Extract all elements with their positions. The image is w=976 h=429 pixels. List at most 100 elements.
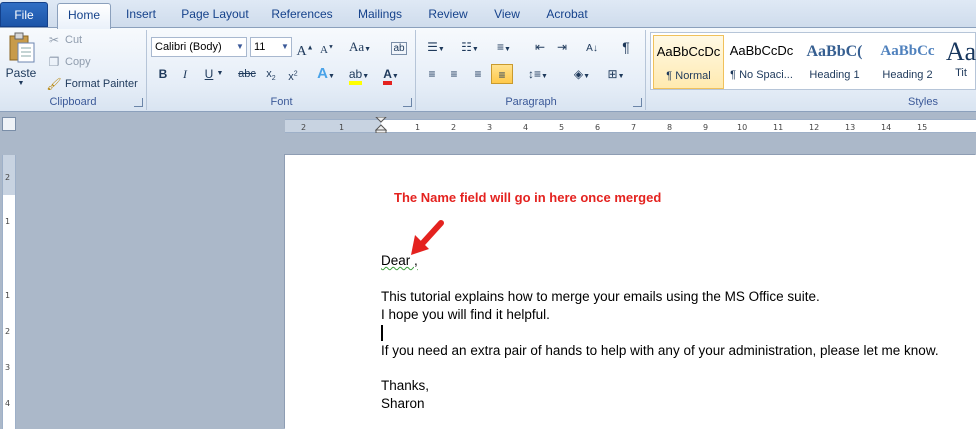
italic-button[interactable]: I xyxy=(174,64,196,84)
styles-gallery: AaBbCcDc ¶ Normal AaBbCcDc ¶ No Spaci...… xyxy=(650,32,976,90)
tab-view[interactable]: View xyxy=(486,4,528,26)
underline-options-button[interactable]: ▼ xyxy=(214,64,226,84)
paste-icon xyxy=(9,32,35,63)
show-hide-button[interactable]: ¶ xyxy=(615,37,637,57)
cut-button[interactable]: ✂ Cut xyxy=(46,32,82,48)
align-right-button[interactable]: ≡ xyxy=(467,64,489,84)
body-line-2[interactable]: I hope you will find it helpful. xyxy=(381,307,550,322)
superscript-button[interactable]: x2 xyxy=(282,64,304,84)
ruler-tick: 7 xyxy=(631,123,637,132)
ribbon: Paste ▼ ✂ Cut ❐ Copy 🖌 Format Painter Cl… xyxy=(0,28,976,112)
shrink-font-button[interactable]: A▼ xyxy=(316,37,338,57)
ruler-tick: 9 xyxy=(703,123,709,132)
signoff-line[interactable]: Thanks, xyxy=(381,378,429,393)
decrease-indent-icon: ⇤ xyxy=(534,40,546,54)
indent-marker-icon[interactable] xyxy=(375,117,387,133)
tab-mailings[interactable]: Mailings xyxy=(350,4,410,26)
body-line-3[interactable]: If you need an extra pair of hands to he… xyxy=(381,343,939,358)
chevron-down-icon: ▼ xyxy=(17,80,25,87)
paintbrush-icon: 🖌 xyxy=(46,77,62,91)
line-spacing-button[interactable]: ↕≡▼ xyxy=(523,64,553,84)
clipboard-dialog-launcher-icon[interactable] xyxy=(134,98,143,107)
bold-button[interactable]: B xyxy=(152,64,174,84)
multilevel-list-icon: ≡ xyxy=(497,40,505,54)
style-name: Tit xyxy=(955,67,967,79)
style-sample: AaBbCc xyxy=(880,43,935,59)
ruler-tick: 2 xyxy=(5,327,11,336)
tab-file[interactable]: File xyxy=(0,2,48,27)
style-sample: AaBbCcDc xyxy=(656,44,721,59)
style-title[interactable]: Aa Tit xyxy=(945,35,976,89)
document-page[interactable]: The Name field will go in here once merg… xyxy=(285,155,976,429)
ruler-tick: 6 xyxy=(595,123,601,132)
tab-acrobat[interactable]: Acrobat xyxy=(540,4,594,26)
align-center-button[interactable]: ≡ xyxy=(443,64,465,84)
decrease-indent-button[interactable]: ⇤ xyxy=(529,37,551,57)
style-name: Heading 1 xyxy=(809,69,860,81)
ruler-tick: 4 xyxy=(523,123,529,132)
paragraph-dialog-launcher-icon[interactable] xyxy=(633,98,642,107)
font-color-button[interactable]: A▼ xyxy=(376,64,406,85)
chevron-down-icon: ▼ xyxy=(281,42,289,51)
tab-insert[interactable]: Insert xyxy=(118,4,164,26)
format-painter-button[interactable]: 🖌 Format Painter xyxy=(46,76,138,92)
font-family-select[interactable]: Calibri (Body) ▼ xyxy=(151,37,247,57)
subscript-button[interactable]: x2 xyxy=(260,64,282,84)
style-heading-1[interactable]: AaBbC( Heading 1 xyxy=(799,35,870,89)
vertical-ruler[interactable]: 2 1 1 2 3 4 xyxy=(2,155,16,429)
multilevel-list-button[interactable]: ≡▼ xyxy=(489,37,519,57)
paste-button[interactable]: Paste ▼ xyxy=(4,32,38,92)
underline-icon: U xyxy=(204,67,214,81)
justify-button[interactable]: ≡ xyxy=(491,64,513,84)
grow-font-button[interactable]: A▲ xyxy=(294,37,316,59)
font-size-select[interactable]: 11 ▼ xyxy=(250,37,292,57)
tab-page-layout[interactable]: Page Layout xyxy=(176,4,254,26)
tab-selector[interactable] xyxy=(2,117,16,131)
justify-icon: ≡ xyxy=(498,68,506,82)
font-family-value: Calibri (Body) xyxy=(155,41,222,53)
font-color-icon: A xyxy=(383,67,392,85)
style-normal[interactable]: AaBbCcDc ¶ Normal xyxy=(653,35,724,89)
increase-indent-button[interactable]: ⇥ xyxy=(551,37,573,57)
align-right-icon: ≡ xyxy=(474,67,482,81)
tab-references[interactable]: References xyxy=(266,4,338,26)
clipboard-group: Paste ▼ ✂ Cut ❐ Copy 🖌 Format Painter Cl… xyxy=(0,30,147,110)
ruler-margin-left xyxy=(285,120,381,132)
clear-formatting-button[interactable]: ab xyxy=(388,37,410,57)
text-effects-button[interactable]: A▼ xyxy=(312,64,340,84)
align-center-icon: ≡ xyxy=(450,67,458,81)
copy-button[interactable]: ❐ Copy xyxy=(46,54,91,70)
italic-icon: I xyxy=(183,67,187,81)
strikethrough-button[interactable]: abc xyxy=(234,64,260,84)
clear-formatting-icon: ab xyxy=(391,42,407,55)
signature-line[interactable]: Sharon xyxy=(381,396,425,411)
style-no-spacing[interactable]: AaBbCcDc ¶ No Spaci... xyxy=(726,35,797,89)
tab-home[interactable]: Home xyxy=(57,3,111,29)
shrink-font-icon: A▼ xyxy=(320,43,334,56)
bullets-button[interactable]: ☰▼ xyxy=(421,37,451,57)
body-line-1[interactable]: This tutorial explains how to merge your… xyxy=(381,289,820,304)
change-case-button[interactable]: Aa▼ xyxy=(346,37,374,57)
paste-label: Paste xyxy=(5,66,37,80)
ribbon-tab-row: File Home Insert Page Layout References … xyxy=(0,0,976,29)
ruler-tick: 5 xyxy=(559,123,565,132)
increase-indent-icon: ⇥ xyxy=(556,40,568,54)
cut-label: Cut xyxy=(65,34,83,46)
align-left-button[interactable]: ≡ xyxy=(421,64,443,84)
greeting-line[interactable]: Dear , xyxy=(381,253,418,268)
align-left-icon: ≡ xyxy=(428,67,436,81)
highlight-button[interactable]: ab▼ xyxy=(344,64,374,85)
numbering-button[interactable]: ☷▼ xyxy=(455,37,485,57)
font-dialog-launcher-icon[interactable] xyxy=(403,98,412,107)
shading-button[interactable]: ◈▼ xyxy=(567,64,597,84)
horizontal-ruler[interactable]: 2 1 1 2 3 4 5 6 7 8 9 10 11 12 13 14 15 xyxy=(285,117,976,133)
sort-button[interactable]: A↓ xyxy=(581,37,603,57)
style-name: ¶ Normal xyxy=(666,70,711,82)
tab-review[interactable]: Review xyxy=(422,4,474,26)
borders-button[interactable]: ⊞▼ xyxy=(601,64,631,84)
text-cursor xyxy=(381,325,383,341)
strikethrough-icon: abc xyxy=(238,68,256,80)
numbering-icon: ☷ xyxy=(461,40,472,54)
format-painter-label: Format Painter xyxy=(65,78,138,90)
style-heading-2[interactable]: AaBbCc Heading 2 xyxy=(872,35,943,89)
